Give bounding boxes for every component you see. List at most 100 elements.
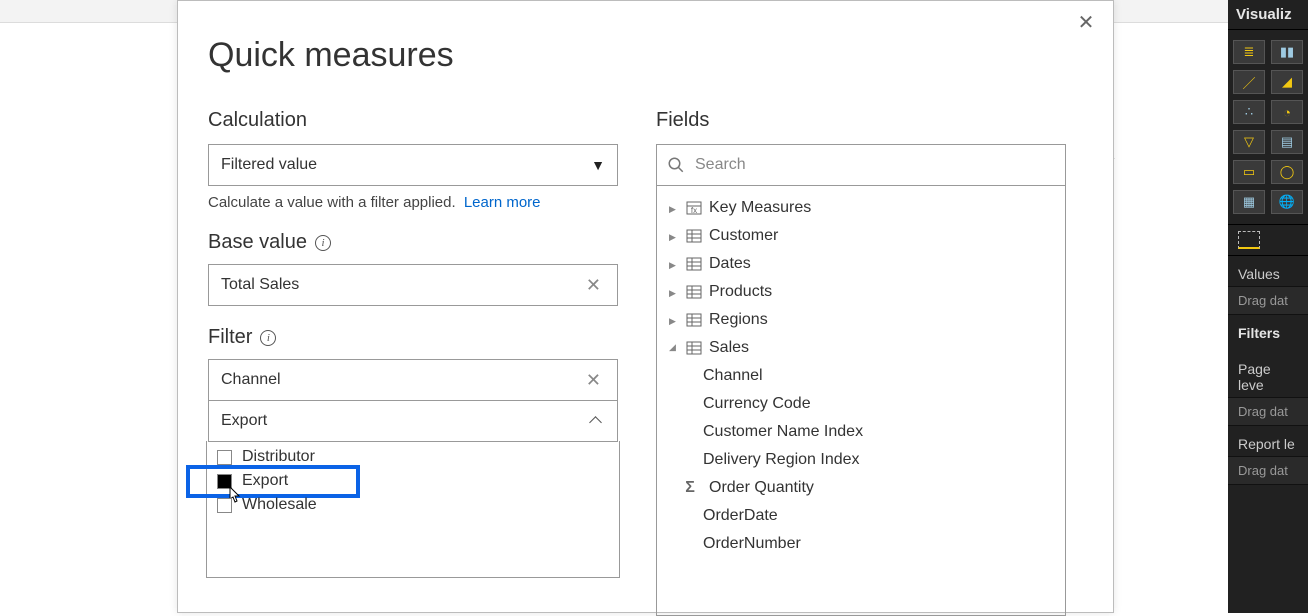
caret-collapsed-icon[interactable] — [669, 229, 679, 243]
table-icon — [685, 312, 703, 328]
clear-filter-field-button[interactable]: ✕ — [582, 370, 605, 391]
visualizations-icon-grid: ≣▮▮／◢∴◔▽▤▭◯▦🌐 — [1228, 30, 1308, 224]
viz-funnel-icon[interactable]: ▽ — [1233, 130, 1265, 154]
filter-option-label: Wholesale — [242, 496, 317, 514]
tree-node-label: Customer — [709, 227, 778, 245]
calculation-help-body: Calculate a value with a filter applied. — [208, 194, 456, 211]
field-format-tabs — [1228, 224, 1308, 256]
caret-collapsed-icon[interactable] — [669, 201, 679, 215]
tree-node-label: Dates — [709, 255, 751, 273]
tree-field-node[interactable]: OrderNumber — [661, 530, 1061, 558]
caret-expanded-icon[interactable] — [669, 341, 679, 355]
tree-field-node[interactable]: OrderDate — [661, 502, 1061, 530]
tree-field-label: OrderNumber — [703, 535, 801, 553]
svg-text:fx: fx — [691, 206, 697, 215]
filter-option[interactable]: Wholesale — [207, 493, 619, 517]
viz-treemap-icon[interactable]: ▤ — [1271, 130, 1303, 154]
info-icon[interactable]: i — [260, 330, 276, 346]
fields-tree[interactable]: fxKey Measures Customer Dates Products Regio… — [656, 186, 1066, 616]
tree-field-label: Channel — [703, 367, 763, 385]
tree-node-label: Products — [709, 283, 772, 301]
filter-dropdown-value: Export — [221, 412, 267, 430]
viz-donut-icon[interactable]: ◯ — [1271, 160, 1303, 184]
chevron-down-icon: ▼ — [591, 157, 605, 173]
tree-field-label: OrderDate — [703, 507, 778, 525]
calculation-label: Calculation — [208, 109, 618, 132]
tree-table-node[interactable]: Products — [661, 278, 1061, 306]
viz-area-icon[interactable]: ◢ — [1271, 70, 1303, 94]
tree-field-node[interactable]: Delivery Region Index — [661, 446, 1061, 474]
table-icon — [685, 340, 703, 356]
table-icon — [685, 228, 703, 244]
viz-card-icon[interactable]: ▭ — [1233, 160, 1265, 184]
caret-collapsed-icon[interactable] — [669, 285, 679, 299]
tree-field-label: Customer Name Index — [703, 423, 863, 441]
calculation-selected-value: Filtered value — [221, 156, 317, 174]
search-icon — [667, 156, 685, 174]
filter-field-input[interactable]: Channel ✕ — [208, 359, 618, 401]
tree-table-node[interactable]: Sales — [661, 334, 1061, 362]
filter-options-panel: Distributor Export Wholesale — [206, 441, 620, 578]
caret-collapsed-icon[interactable] — [669, 257, 679, 271]
calc-table-icon: fx — [685, 200, 703, 216]
report-filters-label: Report le — [1228, 426, 1308, 456]
filter-field-text: Channel — [221, 371, 281, 389]
report-filters-drop-zone[interactable]: Drag dat — [1228, 456, 1308, 485]
table-icon — [685, 256, 703, 272]
tree-field-label: Delivery Region Index — [703, 451, 860, 469]
viz-bar-stacked-icon[interactable]: ≣ — [1233, 40, 1265, 64]
learn-more-link[interactable]: Learn more — [464, 194, 541, 211]
tree-node-label: Sales — [709, 339, 749, 357]
fields-label: Fields — [656, 109, 1066, 132]
tree-table-node[interactable]: Customer — [661, 222, 1061, 250]
visualizations-pane: Visualiz ≣▮▮／◢∴◔▽▤▭◯▦🌐 Values Drag dat F… — [1228, 0, 1308, 613]
filter-option[interactable]: Export — [207, 469, 619, 493]
tree-table-node[interactable]: Dates — [661, 250, 1061, 278]
checkbox-icon[interactable] — [217, 474, 232, 489]
filters-header: Filters — [1228, 315, 1308, 351]
clear-base-value-button[interactable]: ✕ — [582, 275, 605, 296]
tree-field-node[interactable]: Customer Name Index — [661, 418, 1061, 446]
values-well-label: Values — [1228, 256, 1308, 286]
chevron-up-icon — [591, 414, 605, 428]
viz-kpi-icon[interactable]: ▦ — [1233, 190, 1265, 214]
tree-field-label: Currency Code — [703, 395, 811, 413]
calculation-help-text: Calculate a value with a filter applied.… — [208, 194, 618, 211]
filter-option[interactable]: Distributor — [207, 445, 619, 469]
checkbox-icon[interactable] — [217, 450, 232, 465]
page-filters-label: Page leve — [1228, 351, 1308, 397]
fields-tab-icon[interactable] — [1238, 231, 1260, 249]
viz-column-clustered-icon[interactable]: ▮▮ — [1271, 40, 1303, 64]
viz-globe-icon[interactable]: 🌐 — [1271, 190, 1303, 214]
tree-field-node[interactable]: Σ Order Quantity — [661, 474, 1061, 502]
tree-field-node[interactable]: Currency Code — [661, 390, 1061, 418]
values-drop-zone[interactable]: Drag dat — [1228, 286, 1308, 315]
viz-line-icon[interactable]: ／ — [1233, 70, 1265, 94]
base-value-input[interactable]: Total Sales ✕ — [208, 264, 618, 306]
filter-value-dropdown[interactable]: Export — [208, 400, 618, 442]
viz-scatter-icon[interactable]: ∴ — [1233, 100, 1265, 124]
page-filters-drop-zone[interactable]: Drag dat — [1228, 397, 1308, 426]
caret-collapsed-icon[interactable] — [669, 313, 679, 327]
tree-table-node[interactable]: fxKey Measures — [661, 194, 1061, 222]
tree-node-label: Regions — [709, 311, 768, 329]
close-icon: ✕ — [1078, 10, 1095, 35]
calculation-column: Calculation Filtered value ▼ Calculate a… — [208, 109, 618, 578]
viz-pie-icon[interactable]: ◔ — [1271, 100, 1303, 124]
filter-label: Filter — [208, 326, 252, 349]
checkbox-icon[interactable] — [217, 498, 232, 513]
base-value-label: Base value — [208, 231, 307, 254]
tree-table-node[interactable]: Regions — [661, 306, 1061, 334]
base-value-text: Total Sales — [221, 276, 299, 294]
filter-option-label: Distributor — [242, 448, 315, 466]
sigma-icon: Σ — [681, 480, 699, 496]
calculation-select[interactable]: Filtered value ▼ — [208, 144, 618, 186]
table-icon — [685, 284, 703, 300]
dialog-close-button[interactable]: ✕ — [1071, 7, 1101, 37]
fields-search-input[interactable] — [695, 156, 1055, 174]
tree-field-node[interactable]: Channel — [661, 362, 1061, 390]
info-icon[interactable]: i — [315, 235, 331, 251]
tree-field-label: Order Quantity — [709, 479, 814, 497]
fields-search-box[interactable] — [656, 144, 1066, 186]
visualizations-header: Visualiz — [1228, 0, 1308, 30]
